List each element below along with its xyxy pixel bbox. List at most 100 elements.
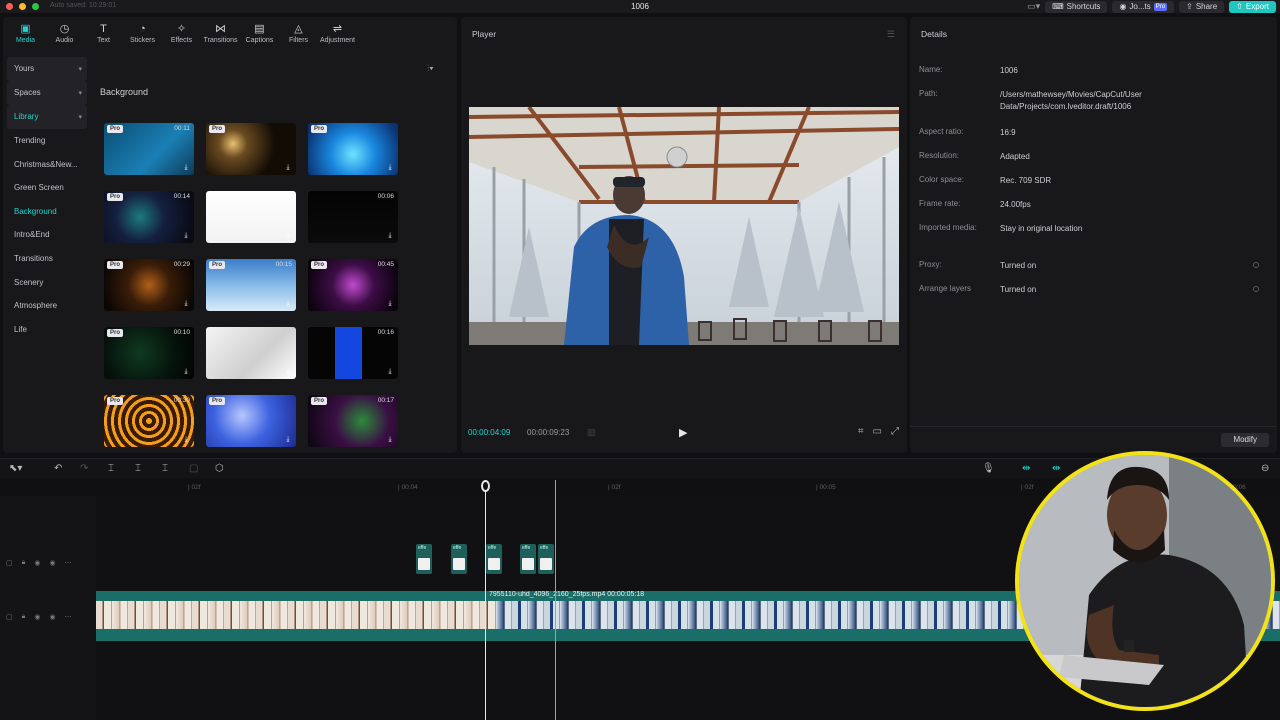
download-icon[interactable]: ⤓ (182, 164, 190, 172)
zoom-fit-icon[interactable]: ⊖ (1261, 463, 1269, 474)
nav-item-6[interactable]: Background (7, 200, 87, 224)
effect-clip[interactable]: effe (451, 544, 467, 574)
auto-snap-icon[interactable]: ⇹ (1052, 463, 1060, 474)
share-button[interactable]: ⇪ Share (1179, 0, 1225, 13)
media-thumbnail[interactable]: Pro 00:29 ⤓ (104, 259, 194, 311)
tool-tab-filters[interactable]: ◬ Filters (279, 17, 318, 49)
effect-clip[interactable]: effe (416, 544, 432, 574)
minimize-window-icon[interactable] (19, 3, 26, 10)
media-thumbnail[interactable]: Pro 00:17 ⤓ (308, 395, 398, 447)
timecode-mode-icon[interactable]: ▥ (587, 427, 596, 438)
media-thumbnail[interactable]: Pro 00:10 ⤓ (104, 327, 194, 379)
undo-icon[interactable]: ↶ (54, 463, 62, 474)
tool-tab-captions[interactable]: ▤ Captions (240, 17, 279, 49)
download-icon[interactable]: ⤓ (386, 436, 394, 444)
playhead-handle[interactable] (481, 480, 490, 492)
more-icon[interactable]: ⋯ (65, 613, 72, 621)
nav-item-3[interactable]: Trending (7, 129, 87, 153)
export-button[interactable]: ⇧ Export (1229, 0, 1276, 13)
nav-item-4[interactable]: Christmas&New... (7, 152, 87, 176)
shortcuts-button[interactable]: ⌨ Shortcuts (1045, 0, 1108, 13)
tool-tab-stickers[interactable]: ◔ Stickers (123, 17, 162, 49)
media-thumbnail[interactable]: ⤓ (206, 191, 296, 243)
tool-tab-text[interactable]: T Text (84, 17, 123, 49)
snapshot-icon[interactable]: ⌗ (858, 426, 864, 437)
media-thumbnail[interactable]: Pro 00:30 ⤓ (104, 395, 194, 447)
nav-item-8[interactable]: Transitions (7, 247, 87, 271)
download-icon[interactable]: ⤓ (182, 300, 190, 308)
nav-item-10[interactable]: Atmosphere (7, 294, 87, 318)
media-thumbnail[interactable]: Pro ⤓ (308, 123, 398, 175)
tool-tab-transitions[interactable]: ⋈ Transitions (201, 17, 240, 49)
ratio-icon[interactable]: ▭ (873, 426, 882, 437)
main-track-magnet-icon[interactable]: ⇹ (1022, 463, 1030, 474)
download-icon[interactable]: ⤓ (386, 368, 394, 376)
media-thumbnail[interactable]: Pro ⤓ (206, 123, 296, 175)
download-icon[interactable]: ⤓ (284, 436, 292, 444)
split-left-icon[interactable]: ⌶ (135, 463, 141, 474)
media-thumbnail[interactable]: 00:16 ⤓ (308, 327, 398, 379)
split-right-icon[interactable]: ⌶ (162, 463, 168, 474)
download-icon[interactable]: ⤓ (386, 232, 394, 240)
nav-item-7[interactable]: Intro&End (7, 223, 87, 247)
player-menu-icon[interactable]: ☰ (887, 29, 895, 40)
redo-icon[interactable]: ↷ (80, 463, 88, 474)
delete-icon[interactable]: ▢ (189, 463, 198, 474)
download-icon[interactable]: ⤓ (284, 232, 292, 240)
download-icon[interactable]: ⤓ (284, 300, 292, 308)
split-icon[interactable]: ⌶ (108, 463, 114, 474)
zoom-window-icon[interactable] (32, 3, 39, 10)
user-button[interactable]: ◉ Jo...ts Pro (1112, 0, 1175, 13)
fullscreen-icon[interactable]: ⤢ (891, 426, 899, 437)
media-thumbnail[interactable]: ⤓ (206, 327, 296, 379)
play-icon[interactable]: ▶ (679, 426, 687, 439)
nav-item-11[interactable]: Life (7, 318, 87, 342)
visibility-icon[interactable]: ◉ (34, 613, 40, 621)
effect-clip[interactable]: effe (538, 544, 554, 574)
select-tool-icon[interactable]: ⬉▾ (9, 463, 22, 474)
modify-button[interactable]: Modify (1221, 433, 1269, 447)
lock-icon[interactable]: 🔒︎ (22, 559, 26, 567)
media-thumbnail[interactable]: Pro 00:14 ⤓ (104, 191, 194, 243)
lock-icon[interactable]: 🔒︎ (22, 613, 26, 621)
download-icon[interactable]: ⤓ (386, 300, 394, 308)
media-thumbnail[interactable]: Pro ⤓ (206, 395, 296, 447)
marker-icon[interactable]: ⬡ (215, 463, 224, 474)
nav-item-5[interactable]: Green Screen (7, 176, 87, 200)
nav-item-9[interactable]: Scenery (7, 270, 87, 294)
filter-icon[interactable]: ⫶▾ (427, 63, 434, 74)
close-window-icon[interactable] (6, 3, 13, 10)
download-icon[interactable]: ⤓ (386, 164, 394, 172)
layout-icon[interactable]: ▭▾ (1027, 1, 1040, 12)
info-icon[interactable] (1253, 262, 1259, 268)
audio-toggle-icon[interactable]: ◉ (49, 613, 55, 621)
media-thumbnail[interactable]: Pro 00:45 ⤓ (308, 259, 398, 311)
playhead[interactable] (485, 480, 486, 720)
track-cover-icon[interactable]: ▢ (6, 559, 13, 567)
download-icon[interactable]: ⤓ (182, 436, 190, 444)
track-cover-icon[interactable]: ▢ (6, 613, 13, 621)
nav-item-0[interactable]: Yours ▾ (7, 57, 87, 81)
nav-item-2[interactable]: Library ▾ (7, 105, 87, 129)
audio-toggle-icon[interactable]: ◉ (49, 559, 55, 567)
tool-tab-effects[interactable]: ✧ Effects (162, 17, 201, 49)
project-title[interactable]: 1006 (620, 2, 660, 11)
nav-item-1[interactable]: Spaces ▾ (7, 81, 87, 105)
download-icon[interactable]: ⤓ (182, 232, 190, 240)
tool-tab-adjustment[interactable]: ⇌ Adjustment (318, 17, 357, 49)
effect-clip[interactable]: effe (486, 544, 502, 574)
tool-tab-audio[interactable]: ◷ Audio (45, 17, 84, 49)
download-icon[interactable]: ⤓ (284, 164, 292, 172)
video-preview[interactable] (469, 107, 899, 345)
more-icon[interactable]: ⋯ (65, 559, 72, 567)
media-thumbnail[interactable]: Pro 00:11 ⤓ (104, 123, 194, 175)
media-thumbnail[interactable]: 00:06 ⤓ (308, 191, 398, 243)
download-icon[interactable]: ⤓ (182, 368, 190, 376)
info-icon[interactable] (1253, 286, 1259, 292)
download-icon[interactable]: ⤓ (284, 368, 292, 376)
tool-tab-media[interactable]: ▣ Media (6, 17, 45, 49)
effect-clip[interactable]: effe (520, 544, 536, 574)
visibility-icon[interactable]: ◉ (34, 559, 40, 567)
media-thumbnail[interactable]: Pro 00:15 ⤓ (206, 259, 296, 311)
microphone-icon[interactable]: 🎙 (982, 463, 995, 474)
